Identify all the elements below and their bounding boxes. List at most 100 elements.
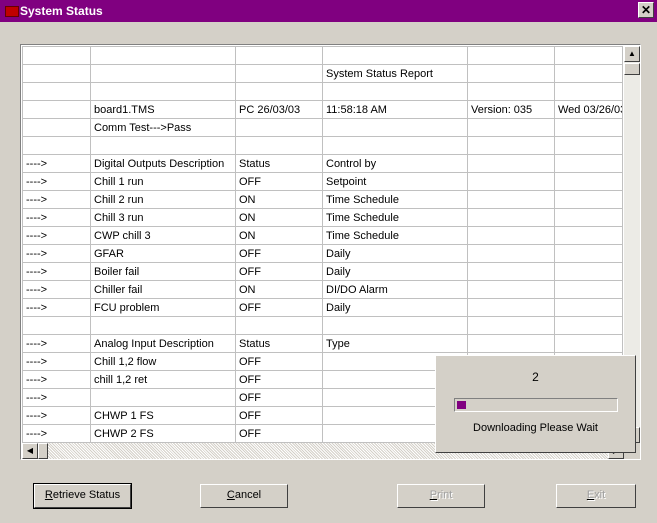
table-cell[interactable]: Time Schedule	[322, 208, 468, 227]
table-cell[interactable]	[90, 46, 236, 65]
table-cell[interactable]	[467, 244, 555, 263]
table-cell[interactable]	[22, 82, 91, 101]
table-cell[interactable]	[22, 316, 91, 335]
table-cell[interactable]	[322, 46, 468, 65]
table-cell[interactable]: ---->	[22, 406, 91, 425]
table-cell[interactable]: Daily	[322, 298, 468, 317]
table-cell[interactable]	[554, 154, 623, 173]
table-cell[interactable]: Comm Test--->Pass	[90, 118, 236, 137]
table-cell[interactable]: Digital Outputs Description	[90, 154, 236, 173]
table-cell[interactable]	[467, 226, 555, 245]
exit-button[interactable]: Exit	[556, 484, 636, 508]
table-cell[interactable]: Control by	[322, 154, 468, 173]
table-cell[interactable]: PC 26/03/03	[235, 100, 323, 119]
table-cell[interactable]: OFF	[235, 406, 323, 425]
table-cell[interactable]: Chill 1 run	[90, 172, 236, 191]
table-cell[interactable]: Chiller fail	[90, 280, 236, 299]
table-cell[interactable]	[235, 64, 323, 83]
table-cell[interactable]: OFF	[235, 424, 323, 443]
scroll-up-button[interactable]: ▲	[624, 46, 640, 62]
table-cell[interactable]: ---->	[22, 388, 91, 407]
table-cell[interactable]	[90, 316, 236, 335]
table-cell[interactable]: Chill 2 run	[90, 190, 236, 209]
table-cell[interactable]	[322, 118, 468, 137]
table-cell[interactable]	[554, 82, 623, 101]
table-cell[interactable]: 11:58:18 AM	[322, 100, 468, 119]
table-cell[interactable]: ---->	[22, 208, 91, 227]
table-cell[interactable]: Daily	[322, 262, 468, 281]
close-button[interactable]: ✕	[638, 2, 654, 18]
table-cell[interactable]	[554, 136, 623, 155]
table-cell[interactable]	[235, 118, 323, 137]
table-cell[interactable]: ---->	[22, 262, 91, 281]
table-cell[interactable]: System Status Report	[322, 64, 468, 83]
table-cell[interactable]: Boiler fail	[90, 262, 236, 281]
table-cell[interactable]	[467, 82, 555, 101]
table-cell[interactable]: Status	[235, 334, 323, 353]
title-bar[interactable]: System Status ✕	[0, 0, 657, 22]
table-cell[interactable]: OFF	[235, 298, 323, 317]
table-cell[interactable]	[554, 262, 623, 281]
table-cell[interactable]	[467, 262, 555, 281]
table-cell[interactable]	[467, 64, 555, 83]
table-cell[interactable]: CHWP 1 FS	[90, 406, 236, 425]
table-cell[interactable]: ---->	[22, 352, 91, 371]
table-cell[interactable]	[467, 280, 555, 299]
table-cell[interactable]	[554, 208, 623, 227]
table-cell[interactable]	[90, 82, 236, 101]
table-cell[interactable]: CWP chill 3	[90, 226, 236, 245]
table-cell[interactable]: ON	[235, 208, 323, 227]
table-cell[interactable]: Time Schedule	[322, 190, 468, 209]
scroll-left-button[interactable]: ◀	[22, 443, 38, 459]
table-cell[interactable]: Chill 3 run	[90, 208, 236, 227]
table-cell[interactable]: Chill 1,2 flow	[90, 352, 236, 371]
table-cell[interactable]	[554, 244, 623, 263]
table-cell[interactable]	[467, 298, 555, 317]
table-cell[interactable]: Setpoint	[322, 172, 468, 191]
table-cell[interactable]: Daily	[322, 244, 468, 263]
table-cell[interactable]: Version: 035	[467, 100, 555, 119]
table-cell[interactable]: OFF	[235, 244, 323, 263]
table-cell[interactable]	[467, 316, 555, 335]
table-cell[interactable]: ON	[235, 226, 323, 245]
table-cell[interactable]	[90, 136, 236, 155]
table-cell[interactable]	[322, 136, 468, 155]
table-cell[interactable]	[90, 64, 236, 83]
table-cell[interactable]	[467, 118, 555, 137]
table-cell[interactable]: ---->	[22, 154, 91, 173]
table-cell[interactable]: Analog Input Description	[90, 334, 236, 353]
table-cell[interactable]	[235, 82, 323, 101]
table-cell[interactable]	[467, 136, 555, 155]
scroll-thumb[interactable]	[624, 63, 640, 75]
retrieve-status-button[interactable]: Retrieve Status	[33, 483, 132, 509]
table-cell[interactable]	[554, 64, 623, 83]
table-cell[interactable]: OFF	[235, 370, 323, 389]
table-cell[interactable]: ---->	[22, 190, 91, 209]
table-cell[interactable]: chill 1,2 ret	[90, 370, 236, 389]
table-cell[interactable]: Type	[322, 334, 468, 353]
table-cell[interactable]	[22, 136, 91, 155]
print-button[interactable]: Print	[397, 484, 485, 508]
table-cell[interactable]: ---->	[22, 424, 91, 443]
table-cell[interactable]	[554, 226, 623, 245]
table-cell[interactable]	[22, 46, 91, 65]
table-cell[interactable]	[554, 298, 623, 317]
table-cell[interactable]	[554, 280, 623, 299]
table-cell[interactable]	[22, 64, 91, 83]
table-cell[interactable]	[554, 316, 623, 335]
table-cell[interactable]	[554, 118, 623, 137]
table-cell[interactable]: ---->	[22, 298, 91, 317]
cancel-button[interactable]: Cancel	[200, 484, 288, 508]
table-cell[interactable]	[467, 46, 555, 65]
table-cell[interactable]	[235, 46, 323, 65]
table-cell[interactable]: OFF	[235, 262, 323, 281]
table-cell[interactable]	[22, 118, 91, 137]
table-cell[interactable]: ---->	[22, 370, 91, 389]
hscroll-thumb[interactable]	[38, 443, 48, 459]
table-cell[interactable]: OFF	[235, 388, 323, 407]
table-cell[interactable]	[322, 316, 468, 335]
table-cell[interactable]	[554, 46, 623, 65]
table-cell[interactable]: CHWP 2 FS	[90, 424, 236, 443]
table-cell[interactable]	[322, 82, 468, 101]
table-cell[interactable]: GFAR	[90, 244, 236, 263]
